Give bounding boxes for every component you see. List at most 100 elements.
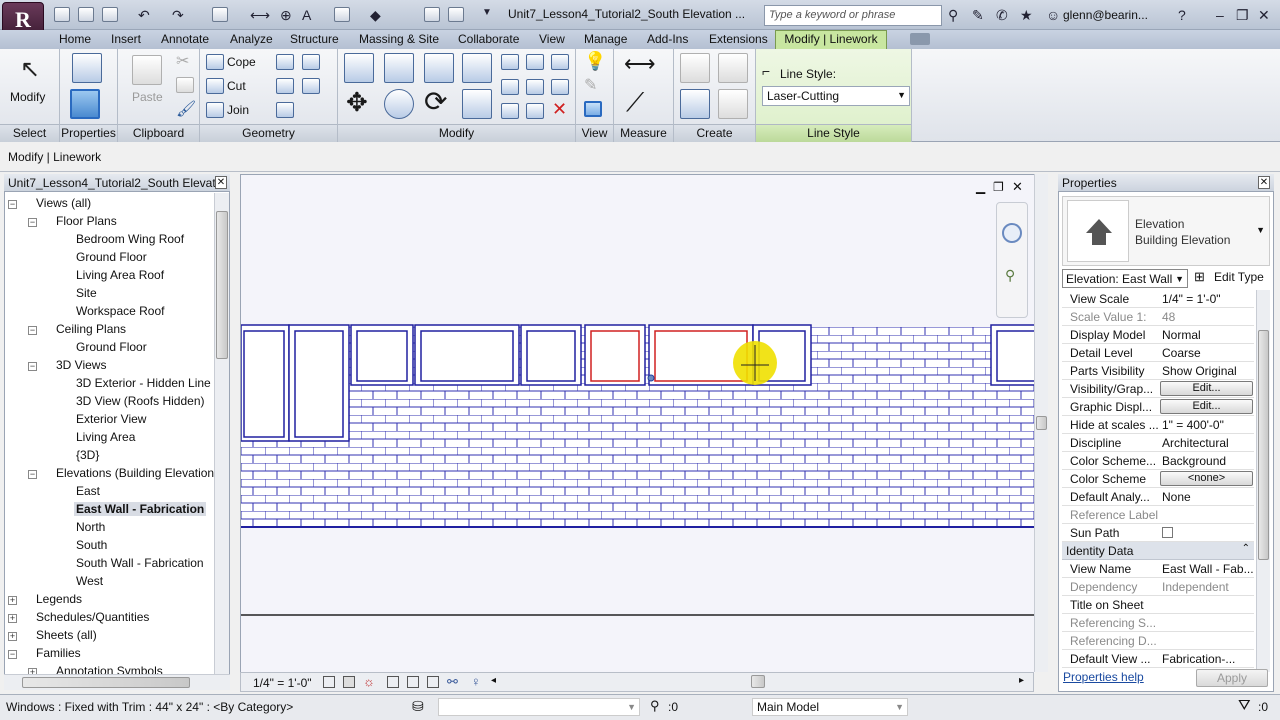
property-value[interactable]: East Wall - Fab... xyxy=(1162,562,1254,576)
join-icon[interactable] xyxy=(206,102,224,118)
browser-item[interactable]: Floor Plans xyxy=(54,214,119,228)
unpin-icon[interactable] xyxy=(551,79,569,95)
properties-help-link[interactable]: Properties help xyxy=(1063,670,1144,684)
browser-item[interactable]: 3D Views xyxy=(54,358,108,372)
binoculars-icon[interactable]: ⚲ xyxy=(948,7,958,24)
chevron-down-icon[interactable]: ▼ xyxy=(482,7,492,18)
ribbon-toggle-icon[interactable] xyxy=(910,33,930,45)
properties-panel-button[interactable]: Properties xyxy=(60,124,117,142)
browser-item[interactable]: Bedroom Wing Roof xyxy=(74,232,186,246)
hscroll-thumb[interactable] xyxy=(22,677,190,688)
mirror-draw-icon[interactable] xyxy=(462,53,492,83)
workset-dropdown[interactable]: ▼ xyxy=(438,698,640,716)
browser-item[interactable]: Legends xyxy=(34,592,84,606)
property-value[interactable]: Background xyxy=(1162,454,1254,468)
split-icon[interactable] xyxy=(501,54,519,70)
rotate-icon[interactable]: ⟳ xyxy=(424,85,447,118)
browser-item[interactable]: Ground Floor xyxy=(74,340,149,354)
view-minimize-icon[interactable]: ▁ xyxy=(976,180,985,194)
shadows-icon[interactable] xyxy=(387,676,399,688)
property-section-header[interactable]: Identity Data ⌃ xyxy=(1062,542,1254,560)
tree-toggle-icon[interactable]: − xyxy=(8,200,17,209)
sun-path-icon[interactable]: ☼ xyxy=(363,674,375,689)
browser-item[interactable]: Workspace Roof xyxy=(74,304,166,318)
trim-single-icon[interactable] xyxy=(501,103,519,119)
browser-item[interactable]: East xyxy=(74,484,102,498)
project-browser-hscroll[interactable] xyxy=(4,674,230,690)
tree-toggle-icon[interactable]: − xyxy=(28,218,37,227)
copy-element-icon[interactable] xyxy=(384,89,414,119)
property-row[interactable]: View Scale 1/4" = 1'-0" xyxy=(1062,290,1254,308)
tab-insert[interactable]: Insert xyxy=(111,31,141,50)
browser-item[interactable]: Ceiling Plans xyxy=(54,322,128,336)
search-input[interactable]: Type a keyword or phrase xyxy=(764,5,942,26)
line-style-dropdown[interactable]: Laser-Cutting ▼ xyxy=(762,86,910,106)
panel-title-select[interactable]: Select xyxy=(0,124,59,142)
property-value[interactable]: Fabrication-... xyxy=(1162,652,1254,666)
browser-item[interactable]: 3D View (Roofs Hidden) xyxy=(74,394,207,408)
browser-item[interactable]: South Wall - Fabrication xyxy=(74,556,206,570)
save-icon[interactable] xyxy=(78,7,94,22)
browser-item[interactable]: Ground Floor xyxy=(74,250,149,264)
tree-toggle-icon[interactable]: + xyxy=(8,632,17,641)
sync-icon[interactable] xyxy=(102,7,118,22)
print-icon[interactable] xyxy=(212,7,228,22)
vscroll-thumb[interactable] xyxy=(216,211,228,359)
trim-multiple-icon[interactable] xyxy=(526,103,544,119)
browser-item[interactable]: {3D} xyxy=(74,448,101,462)
property-row[interactable]: Referencing D... xyxy=(1062,632,1254,650)
visual-style-icon[interactable] xyxy=(343,676,355,688)
instance-filter-dropdown[interactable]: Elevation: East Wall ▼ xyxy=(1062,269,1188,288)
split-gap-icon[interactable] xyxy=(526,54,544,70)
cope-button[interactable]: Cope xyxy=(227,55,256,69)
join-button[interactable]: Join xyxy=(227,103,249,117)
browser-item[interactable]: Living Area Roof xyxy=(74,268,166,282)
canvas-vscroll[interactable] xyxy=(1034,174,1048,672)
cope-icon[interactable] xyxy=(206,54,224,70)
property-row[interactable]: Referencing S... xyxy=(1062,614,1254,632)
tree-toggle-icon[interactable]: − xyxy=(28,326,37,335)
browser-item[interactable]: South xyxy=(74,538,109,552)
apply-button[interactable]: Apply xyxy=(1196,669,1268,687)
tab-massing-site[interactable]: Massing & Site xyxy=(359,31,439,50)
window-frame[interactable] xyxy=(584,324,646,386)
browser-item[interactable]: Site xyxy=(74,286,99,300)
properties-vscroll[interactable] xyxy=(1256,290,1270,672)
demolish-icon[interactable] xyxy=(302,78,320,94)
section-icon[interactable]: ◆ xyxy=(370,7,381,24)
favorites-star-icon[interactable]: ★ xyxy=(1020,7,1033,24)
close-icon[interactable]: ✕ xyxy=(1258,7,1270,24)
tab-modify-linework[interactable]: Modify | Linework xyxy=(775,30,887,49)
undo-icon[interactable]: ↶ xyxy=(138,7,150,24)
tab-manage[interactable]: Manage xyxy=(584,31,627,50)
restore-icon[interactable]: ❐ xyxy=(1236,7,1249,24)
browser-item[interactable]: North xyxy=(74,520,107,534)
property-edit-button[interactable]: Edit... xyxy=(1160,399,1253,414)
properties-icon[interactable] xyxy=(70,89,100,119)
property-value[interactable]: Show Original xyxy=(1162,364,1254,378)
property-row[interactable]: Display Model Normal xyxy=(1062,326,1254,344)
canvas-vscroll-thumb[interactable] xyxy=(1036,416,1047,430)
property-row[interactable]: Default View ... Fabrication-... xyxy=(1062,650,1254,668)
property-row[interactable]: Sun Path xyxy=(1062,524,1254,542)
property-value[interactable]: Coarse xyxy=(1162,346,1254,360)
collapse-icon[interactable]: ⌃ xyxy=(1242,543,1250,554)
browser-item[interactable]: Families xyxy=(34,646,83,660)
tab-analyze[interactable]: Analyze xyxy=(230,31,273,50)
elevation-drawing[interactable] xyxy=(240,175,1036,673)
property-value[interactable]: Normal xyxy=(1162,328,1254,342)
type-selector[interactable]: Elevation Building Elevation ▼ xyxy=(1062,196,1270,266)
view-restore-icon[interactable]: ❐ xyxy=(993,180,1004,194)
view-close-icon[interactable]: ✕ xyxy=(1012,179,1023,195)
cut-button[interactable]: Cut xyxy=(227,79,246,93)
modify-button[interactable]: Modify xyxy=(10,90,45,104)
browser-item[interactable]: Views (all) xyxy=(34,196,93,210)
property-row[interactable]: Color Scheme <none> xyxy=(1062,470,1254,488)
browser-item[interactable]: West xyxy=(74,574,105,588)
tree-toggle-icon[interactable]: + xyxy=(8,614,17,623)
detail-level-icon[interactable] xyxy=(323,676,335,688)
move-icon[interactable]: ✥ xyxy=(346,87,368,118)
scroll-left-icon[interactable]: ◂ xyxy=(491,675,496,686)
measure-distance-icon[interactable]: ⟷ xyxy=(624,51,656,77)
match-type-icon[interactable]: 🖌 xyxy=(176,99,196,119)
